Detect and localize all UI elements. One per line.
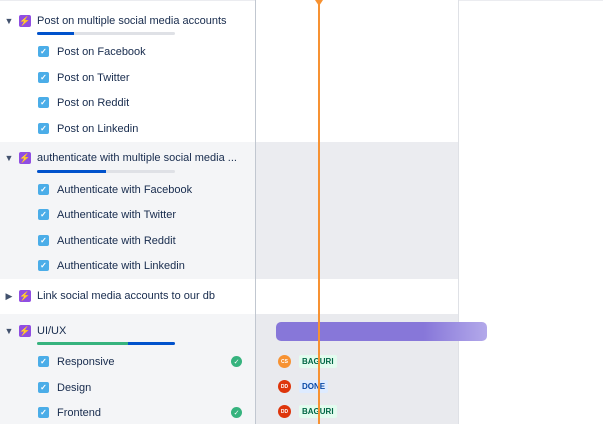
epic-lightning-icon: ⚡	[19, 290, 31, 302]
progress-inprogress-segment	[37, 32, 75, 35]
task-checkbox-icon: ✓	[38, 72, 49, 83]
task-row[interactable]: ✓ Responsive ✓	[0, 349, 255, 374]
epic-row[interactable]: ▼ ⚡ Post on multiple social media accoun…	[0, 9, 255, 34]
task-checkbox-icon: ✓	[38, 407, 49, 418]
epic-timeline-bar[interactable]	[276, 322, 487, 341]
today-marker-line	[318, 0, 320, 424]
epic-row[interactable]: ▶ ⚡ Link social media accounts to our db	[0, 284, 255, 309]
task-checkbox-icon: ✓	[38, 356, 49, 367]
task-checkbox-icon: ✓	[38, 184, 49, 195]
chevron-down-icon[interactable]: ▼	[3, 152, 15, 164]
task-row[interactable]: ✓ Post on Linkedin	[0, 116, 255, 141]
epic-group: ▼ ⚡ Post on multiple social media accoun…	[0, 0, 255, 142]
task-checkbox-icon: ✓	[38, 123, 49, 134]
epic-lightning-icon: ⚡	[19, 15, 31, 27]
task-row[interactable]: ✓ Authenticate with Linkedin	[0, 253, 255, 278]
epic-title[interactable]: UI/UX	[37, 325, 66, 337]
task-title[interactable]: Authenticate with Facebook	[57, 184, 192, 196]
epic-group: ▼ ⚡ authenticate with multiple social me…	[0, 142, 255, 279]
status-badge[interactable]: DONE	[299, 380, 329, 393]
task-checkbox-icon: ✓	[38, 235, 49, 246]
epic-lightning-icon: ⚡	[19, 325, 31, 337]
today-marker-icon	[315, 0, 323, 6]
pane-divider[interactable]	[255, 0, 256, 424]
epic-progress-bar	[37, 170, 175, 173]
progress-inprogress-segment	[128, 342, 175, 345]
timeline-band-epic-2	[256, 142, 459, 279]
assignee-avatar[interactable]: DD	[278, 405, 291, 418]
epic-title[interactable]: authenticate with multiple social media …	[37, 152, 237, 164]
timeline-month-divider	[458, 0, 459, 424]
task-title[interactable]: Post on Facebook	[57, 46, 146, 58]
task-title[interactable]: Authenticate with Linkedin	[57, 260, 185, 272]
task-row[interactable]: ✓ Design	[0, 375, 255, 400]
task-row[interactable]: ✓ Authenticate with Twitter	[0, 202, 255, 227]
issue-list-pane: ▼ ⚡ Post on multiple social media accoun…	[0, 0, 255, 424]
epic-progress-bar	[37, 32, 175, 35]
task-row[interactable]: ✓ Frontend ✓	[0, 400, 255, 425]
epic-group: ▼ ⚡ UI/UX ✓ Responsive ✓ ✓ Design ✓ Fron…	[0, 314, 255, 424]
task-row[interactable]: ✓ Post on Facebook	[0, 39, 255, 64]
done-check-icon: ✓	[231, 407, 242, 418]
task-checkbox-icon: ✓	[38, 382, 49, 393]
progress-done-segment	[37, 342, 129, 345]
chevron-down-icon[interactable]: ▼	[3, 15, 15, 27]
task-checkbox-icon: ✓	[38, 46, 49, 57]
epic-lightning-icon: ⚡	[19, 152, 31, 164]
task-title[interactable]: Authenticate with Reddit	[57, 235, 176, 247]
task-checkbox-icon: ✓	[38, 97, 49, 108]
task-title[interactable]: Post on Twitter	[57, 72, 130, 84]
assignee-avatar[interactable]: DD	[278, 380, 291, 393]
epic-group: ▶ ⚡ Link social media accounts to our db	[0, 279, 255, 314]
epic-progress-bar	[37, 342, 175, 345]
chevron-right-icon[interactable]: ▶	[3, 290, 15, 302]
epic-title[interactable]: Post on multiple social media accounts	[37, 15, 227, 27]
task-title[interactable]: Post on Reddit	[57, 97, 129, 109]
task-title[interactable]: Responsive	[57, 356, 114, 368]
task-title[interactable]: Design	[57, 382, 91, 394]
done-check-icon: ✓	[231, 356, 242, 367]
task-checkbox-icon: ✓	[38, 209, 49, 220]
task-title[interactable]: Authenticate with Twitter	[57, 209, 176, 221]
progress-inprogress-segment	[37, 170, 106, 173]
task-row[interactable]: ✓ Authenticate with Facebook	[0, 177, 255, 202]
chevron-down-icon[interactable]: ▼	[3, 325, 15, 337]
epic-row[interactable]: ▼ ⚡ UI/UX	[0, 319, 255, 344]
epic-row[interactable]: ▼ ⚡ authenticate with multiple social me…	[0, 146, 255, 171]
task-title[interactable]: Frontend	[57, 407, 101, 419]
task-checkbox-icon: ✓	[38, 260, 49, 271]
task-row[interactable]: ✓ Post on Reddit	[0, 90, 255, 115]
assignee-avatar[interactable]: CS	[278, 355, 291, 368]
task-row[interactable]: ✓ Authenticate with Reddit	[0, 228, 255, 253]
task-title[interactable]: Post on Linkedin	[57, 123, 138, 135]
task-row[interactable]: ✓ Post on Twitter	[0, 65, 255, 90]
epic-title[interactable]: Link social media accounts to our db	[37, 290, 215, 302]
